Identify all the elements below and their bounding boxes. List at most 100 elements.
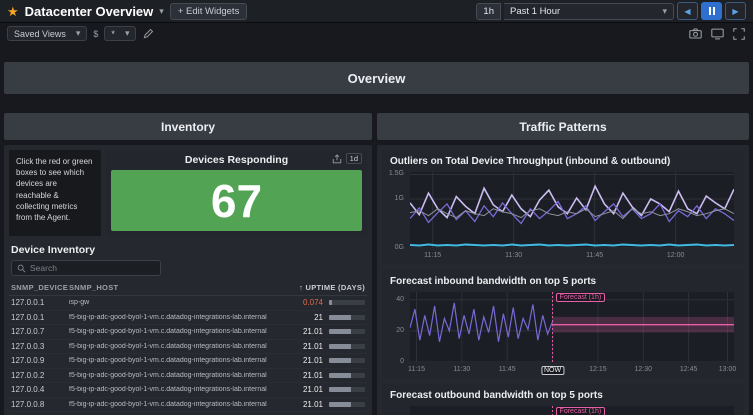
cell-uptime: 21.01 <box>273 385 323 394</box>
saved-views-select[interactable]: Saved Views ▾ <box>7 26 87 41</box>
uptime-bar <box>329 358 365 363</box>
search-box[interactable] <box>11 260 161 276</box>
title-chevron-down-icon[interactable]: ▾ <box>159 6 164 17</box>
uptime-bar <box>329 387 365 392</box>
uptime-bar <box>329 402 365 407</box>
forecast-outbound-chart[interactable]: Forecast (1h) <box>386 404 740 415</box>
dashboard-columns: Inventory Click the red or green boxes t… <box>0 113 753 415</box>
outliers-chart-title: Outliers on Total Device Throughput (inb… <box>390 156 740 167</box>
uptime-bar <box>329 315 365 320</box>
group-header-inventory[interactable]: Inventory <box>4 113 372 140</box>
inventory-rows: 127.0.0.1isp-gw0.074127.0.0.1f5-big-ip-a… <box>9 296 367 415</box>
cell-snmp-host: f5-big-ip-adc-good-byol-1-vm.c.datadog-i… <box>69 401 273 408</box>
outliers-chart-widget: Outliers on Total Device Throughput (inb… <box>382 150 744 264</box>
device-inventory-title: Device Inventory <box>11 244 367 256</box>
cell-uptime: 21 <box>273 313 323 322</box>
edit-template-variables-button[interactable] <box>142 27 155 40</box>
cell-snmp-host: f5-big-ip-adc-good-byol-1-vm.c.datadog-i… <box>69 372 273 379</box>
time-back-button[interactable]: ◀ <box>677 2 698 20</box>
cell-uptime: 21.01 <box>273 342 323 351</box>
template-variable-chevron-down-icon: ▾ <box>125 28 130 39</box>
tv-mode-button[interactable] <box>710 27 725 41</box>
favorite-star-icon[interactable]: ★ <box>7 5 19 18</box>
snapshot-button[interactable] <box>688 27 703 40</box>
outliers-chart[interactable]: 0G1G1.5G11:1511:3011:4512:00 <box>386 170 740 262</box>
time-range-short[interactable]: 1h <box>476 3 501 20</box>
sort-up-icon: ↑ <box>299 283 303 292</box>
inventory-group-body: Click the red or green boxes to see whic… <box>4 145 372 415</box>
group-header-overview[interactable]: Overview <box>4 62 749 94</box>
forecast-outbound-chart-title: Forecast outbound bandwidth on top 5 por… <box>390 390 740 401</box>
cell-snmp-device: 127.0.0.3 <box>11 342 69 351</box>
cell-snmp-host: f5-big-ip-adc-good-byol-1-vm.c.datadog-i… <box>69 357 273 364</box>
template-variable-prefix: $ <box>93 29 98 39</box>
cell-snmp-device: 127.0.0.4 <box>11 385 69 394</box>
saved-views-chevron-down-icon: ▾ <box>76 28 81 39</box>
export-icon[interactable] <box>332 154 342 164</box>
toolbar: Saved Views ▾ $ * ▾ <box>0 23 753 44</box>
devices-responding-title: Devices Responding <box>185 154 288 166</box>
cell-snmp-device: 127.0.0.7 <box>11 327 69 336</box>
devices-responding-value-box[interactable]: 67 <box>111 170 362 231</box>
table-row[interactable]: 127.0.0.4f5-big-ip-adc-good-byol-1-vm.c.… <box>9 383 367 398</box>
tv-icon <box>711 28 724 40</box>
table-row[interactable]: 127.0.0.3f5-big-ip-adc-good-byol-1-vm.c.… <box>9 340 367 355</box>
search-input[interactable] <box>30 263 140 273</box>
inventory-top-widgets: Click the red or green boxes to see whic… <box>9 150 367 236</box>
table-row[interactable]: 127.0.0.2f5-big-ip-adc-good-byol-1-vm.c.… <box>9 369 367 384</box>
table-row[interactable]: 127.0.0.8f5-big-ip-adc-good-byol-1-vm.c.… <box>9 398 367 413</box>
table-row[interactable]: 127.0.0.1isp-gw0.074 <box>9 296 367 311</box>
uptime-bar <box>329 300 365 305</box>
camera-icon <box>689 28 702 39</box>
pause-icon <box>709 7 711 15</box>
cell-snmp-host: isp-gw <box>69 299 273 306</box>
pencil-icon <box>143 28 154 39</box>
toolbar-right-icons <box>688 27 746 41</box>
edit-widgets-button[interactable]: + Edit Widgets <box>170 3 248 20</box>
cell-uptime: 21.01 <box>273 371 323 380</box>
table-row[interactable]: 127.0.0.9f5-big-ip-adc-good-byol-1-vm.c.… <box>9 354 367 369</box>
forecast-inbound-chart[interactable]: 02040Forecast (1h)11:1511:3011:45NOW12:1… <box>386 290 740 376</box>
fullscreen-button[interactable] <box>732 27 746 41</box>
forecast-outbound-chart-widget: Forecast outbound bandwidth on top 5 por… <box>382 384 744 415</box>
cell-snmp-device: 127.0.0.9 <box>11 356 69 365</box>
cell-snmp-host: f5-big-ip-adc-good-byol-1-vm.c.datadog-i… <box>69 343 273 350</box>
group-header-traffic-patterns[interactable]: Traffic Patterns <box>377 113 749 140</box>
time-range-select[interactable]: Past 1 Hour ▾ <box>504 3 674 20</box>
column-uptime[interactable]: ↑ UPTIME (DAYS) <box>273 283 365 292</box>
time-forward-button[interactable]: ▶ <box>725 2 746 20</box>
search-icon <box>17 264 26 273</box>
note-widget: Click the red or green boxes to see whic… <box>9 150 101 236</box>
forecast-label: Forecast (1h) <box>556 407 606 415</box>
traffic-column: Traffic Patterns Outliers on Total Devic… <box>377 113 749 415</box>
forecast-inbound-chart-title: Forecast inbound bandwidth on top 5 port… <box>390 276 740 287</box>
devices-responding-value: 67 <box>211 178 262 224</box>
dashboard-page: ★ Datacenter Overview ▾ + Edit Widgets 1… <box>0 0 753 415</box>
device-inventory-widget: Device Inventory SNMP_DEVICE SNMP_HOST ↑… <box>9 242 367 415</box>
time-range-label: Past 1 Hour <box>510 6 560 17</box>
devices-responding-widget: Devices Responding 1d 67 <box>106 150 367 236</box>
column-snmp-host[interactable]: SNMP_HOST <box>69 283 273 292</box>
devices-responding-header: Devices Responding 1d <box>106 150 367 170</box>
time-range-chevron-down-icon: ▾ <box>662 6 667 17</box>
devices-responding-icons: 1d <box>332 153 362 164</box>
top-bar: ★ Datacenter Overview ▾ + Edit Widgets 1… <box>0 0 753 23</box>
cell-uptime: 21.01 <box>273 400 323 409</box>
uptime-bar <box>329 373 365 378</box>
traffic-group-body: Outliers on Total Device Throughput (inb… <box>377 145 749 415</box>
table-row[interactable]: 127.0.0.7f5-big-ip-adc-good-byol-1-vm.c.… <box>9 325 367 340</box>
table-header[interactable]: SNMP_DEVICE SNMP_HOST ↑ UPTIME (DAYS) <box>9 283 367 296</box>
table-row[interactable]: 127.0.0.1f5-big-ip-adc-good-byol-1-vm.c.… <box>9 311 367 326</box>
inventory-column: Inventory Click the red or green boxes t… <box>4 113 372 415</box>
cell-snmp-host: f5-big-ip-adc-good-byol-1-vm.c.datadog-i… <box>69 314 273 321</box>
cell-uptime: 0.074 <box>273 298 323 307</box>
column-snmp-device[interactable]: SNMP_DEVICE <box>11 283 69 292</box>
cell-snmp-device: 127.0.0.2 <box>11 371 69 380</box>
time-pause-button[interactable] <box>701 2 722 20</box>
uptime-bar <box>329 344 365 349</box>
uptime-bar <box>329 329 365 334</box>
time-controls: 1h Past 1 Hour ▾ ◀ ▶ <box>476 2 746 20</box>
saved-views-label: Saved Views <box>14 29 66 39</box>
template-variable-select[interactable]: * ▾ <box>104 26 136 41</box>
cell-snmp-device: 127.0.0.8 <box>11 400 69 409</box>
